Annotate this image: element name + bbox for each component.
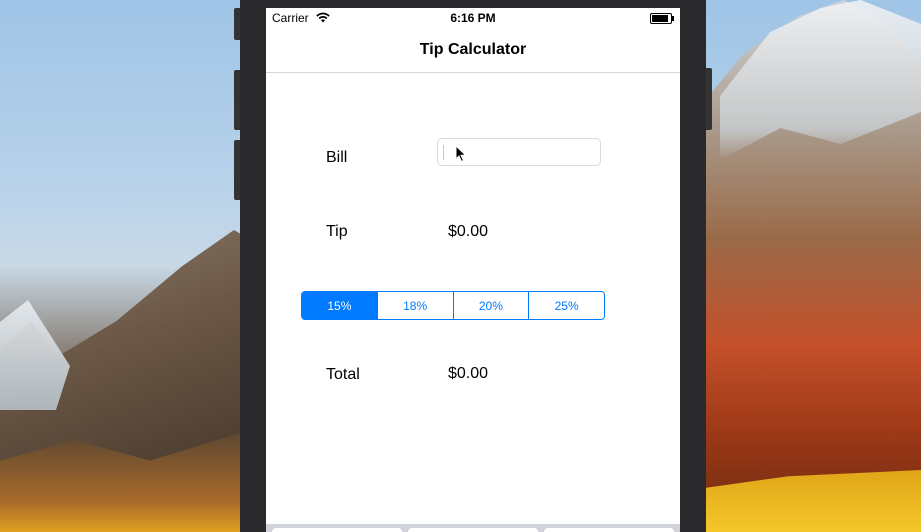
tip-amount: $0.00 (448, 223, 489, 240)
battery-icon (650, 13, 674, 24)
mute-switch (234, 8, 240, 40)
power-button (706, 68, 712, 130)
app-screen: Carrier 6:16 PM Tip Calculator Bill Tip … (266, 8, 680, 532)
simulator-device-frame: Carrier 6:16 PM Tip Calculator Bill Tip … (234, 0, 712, 532)
mouse-pointer-icon (455, 144, 467, 168)
tip-percentage-control: 15% 18% 20% 25% (301, 291, 605, 320)
bill-label: Bill (326, 149, 348, 166)
wallpaper-snow-left (0, 300, 70, 410)
keyboard-key[interactable] (408, 528, 538, 532)
tip-option-1[interactable]: 18% (376, 292, 453, 319)
battery-level (652, 15, 668, 22)
total-amount: $0.00 (448, 365, 489, 382)
status-bar: Carrier 6:16 PM (266, 8, 680, 28)
keyboard-key[interactable] (544, 528, 674, 532)
desktop-background: Carrier 6:16 PM Tip Calculator Bill Tip … (0, 0, 921, 532)
total-label: Total (326, 366, 360, 383)
volume-up-button (234, 70, 240, 130)
text-caret (443, 145, 444, 160)
tip-option-2[interactable]: 20% (452, 292, 529, 319)
tip-option-0[interactable]: 15% (302, 292, 377, 319)
page-title: Tip Calculator (419, 41, 527, 58)
navigation-bar: Tip Calculator (266, 28, 680, 73)
volume-down-button (234, 140, 240, 200)
tip-label: Tip (326, 223, 348, 240)
keyboard-key[interactable] (272, 528, 402, 532)
tip-option-3[interactable]: 25% (528, 292, 604, 319)
status-time: 6:16 PM (450, 11, 496, 25)
